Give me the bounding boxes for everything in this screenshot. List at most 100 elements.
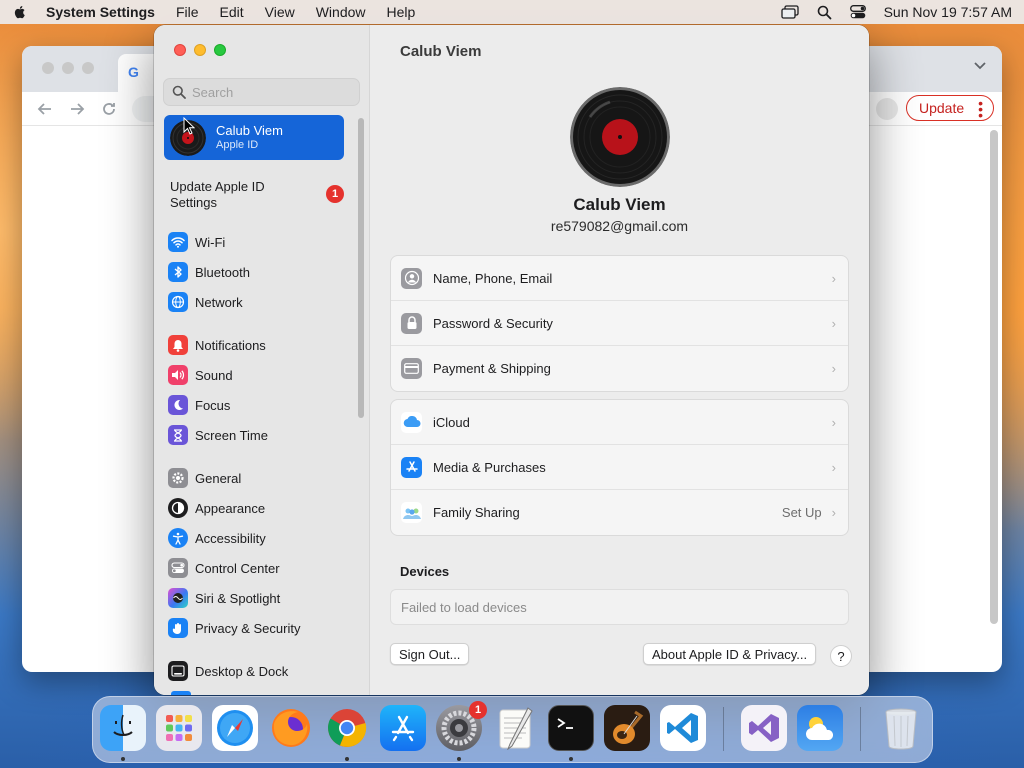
chrome-minimize-button[interactable] <box>62 62 74 74</box>
chrome-zoom-button[interactable] <box>82 62 94 74</box>
sidebar-item-bluetooth[interactable]: Bluetooth <box>168 257 353 287</box>
dock-firefox-icon[interactable] <box>268 705 314 751</box>
minimize-button[interactable] <box>194 44 206 56</box>
dock-vscode-icon[interactable] <box>660 705 706 751</box>
forward-arrow-icon[interactable] <box>68 100 86 118</box>
sidebar-item-label: Wi-Fi <box>195 234 226 250</box>
chrome-close-button[interactable] <box>42 62 54 74</box>
row-password-security[interactable]: Password & Security › <box>391 301 848 346</box>
dock-visual-studio-icon[interactable] <box>741 705 787 751</box>
apple-menu-icon[interactable] <box>12 4 28 20</box>
dock-chrome-icon[interactable] <box>324 705 370 751</box>
sidebar-scrollbar[interactable] <box>358 118 364 418</box>
menubar-clock[interactable]: Sun Nov 19 7:57 AM <box>884 4 1012 20</box>
sidebar-item-label: Control Center <box>195 560 280 576</box>
bluetooth-icon <box>168 262 188 282</box>
bell-icon <box>168 335 188 355</box>
sidebar-item-sound[interactable]: Sound <box>168 360 353 390</box>
dock-launchpad-icon[interactable] <box>156 705 202 751</box>
sidebar-search[interactable] <box>163 78 360 106</box>
spotlight-search-icon[interactable] <box>817 5 832 20</box>
dock-weather-icon[interactable] <box>797 705 843 751</box>
speaker-icon <box>168 365 188 385</box>
row-label: Payment & Shipping <box>433 361 551 376</box>
reload-icon[interactable] <box>100 100 118 118</box>
dock-safari-icon[interactable] <box>212 705 258 751</box>
row-payment-shipping[interactable]: Payment & Shipping › <box>391 346 848 391</box>
google-favicon-icon: G <box>128 64 139 80</box>
sidebar-item-control-center[interactable]: Control Center <box>168 553 353 583</box>
chrome-menu-icon[interactable]: • • • <box>978 96 983 122</box>
dock-app-store-icon[interactable] <box>380 705 426 751</box>
profile-picture[interactable] <box>570 87 670 187</box>
control-center-icon[interactable] <box>849 5 866 19</box>
screen-mirroring-icon[interactable] <box>780 5 799 19</box>
zoom-button[interactable] <box>214 44 226 56</box>
row-media-purchases[interactable]: Media & Purchases › <box>391 445 848 490</box>
sidebar-item-screen-time[interactable]: Screen Time <box>168 420 353 450</box>
lock-icon <box>401 312 422 334</box>
row-name-phone-email[interactable]: Name, Phone, Email › <box>391 256 848 301</box>
notification-badge: 1 <box>326 185 344 203</box>
menu-edit[interactable]: Edit <box>220 4 244 20</box>
appearance-icon <box>168 498 188 518</box>
row-icloud[interactable]: iCloud › <box>391 400 848 445</box>
dock-running-indicator <box>121 757 125 761</box>
help-button[interactable]: ? <box>830 645 852 667</box>
sidebar-item-desktop-dock[interactable]: Desktop & Dock <box>168 656 353 686</box>
sidebar-item-focus[interactable]: Focus <box>168 390 353 420</box>
services-group: iCloud › Media & Purchases › Family Shar… <box>390 399 849 536</box>
dock-terminal-icon[interactable] <box>548 705 594 751</box>
chevron-right-icon: › <box>831 270 836 286</box>
sidebar-item-appearance[interactable]: Appearance <box>168 493 353 523</box>
menu-file[interactable]: File <box>176 4 199 20</box>
chrome-scrollbar[interactable] <box>990 130 998 624</box>
row-label: Name, Phone, Email <box>433 270 553 286</box>
about-apple-id-privacy-button[interactable]: About Apple ID & Privacy... <box>643 643 817 665</box>
dock-running-indicator <box>457 757 461 761</box>
sidebar-item-network[interactable]: Network <box>168 287 353 317</box>
sidebar-item-update-apple-id[interactable]: Update Apple ID Settings 1 <box>170 179 344 211</box>
sidebar-item-label: Appearance <box>195 500 266 516</box>
card-icon <box>401 358 422 379</box>
dock-textedit-icon[interactable] <box>492 705 538 751</box>
sidebar-item-general[interactable]: General <box>168 463 353 493</box>
row-label: Family Sharing <box>433 505 520 520</box>
app-name-menu[interactable]: System Settings <box>46 4 155 20</box>
chrome-update-button[interactable]: Update • • • <box>906 95 994 122</box>
back-arrow-icon[interactable] <box>36 100 54 118</box>
update-apple-id-label: Update Apple ID Settings <box>170 179 265 210</box>
row-family-sharing[interactable]: Family Sharing Set Up › <box>391 490 848 535</box>
chevron-right-icon: › <box>831 315 836 331</box>
search-input[interactable] <box>192 84 352 100</box>
sidebar-item-privacy-security[interactable]: Privacy & Security <box>168 613 353 643</box>
dock-trash-icon[interactable] <box>878 705 924 751</box>
sign-out-button[interactable]: Sign Out... <box>390 643 470 665</box>
siri-icon <box>168 588 188 608</box>
sidebar-item-label: Privacy & Security <box>195 620 301 636</box>
sidebar-item-accessibility[interactable]: Accessibility <box>168 523 353 553</box>
devices-heading: Devices <box>400 564 450 579</box>
accessibility-icon <box>168 528 188 548</box>
sidebar-group-general: General Appearance Accessibility Control… <box>168 463 353 643</box>
sidebar-item-label: General <box>195 470 242 486</box>
menu-view[interactable]: View <box>265 4 295 20</box>
sidebar-item-wifi[interactable]: Wi-Fi <box>168 227 353 257</box>
row-label: Media & Purchases <box>433 459 546 475</box>
menu-window[interactable]: Window <box>316 4 366 20</box>
sidebar-item-notifications[interactable]: Notifications <box>168 330 353 360</box>
family-icon <box>401 502 422 523</box>
sidebar-item-label: Screen Time <box>195 427 268 443</box>
dock-notification-badge: 1 <box>469 701 487 719</box>
hand-icon <box>168 618 188 638</box>
chrome-window-controls <box>42 62 94 74</box>
menu-help[interactable]: Help <box>387 4 416 20</box>
dock-garageband-icon[interactable] <box>604 705 650 751</box>
chrome-profile-avatar[interactable] <box>876 98 898 120</box>
dock-separator <box>723 707 724 751</box>
dock-finder-icon[interactable] <box>100 705 146 751</box>
sidebar-item-siri-spotlight[interactable]: Siri & Spotlight <box>168 583 353 613</box>
chrome-update-label: Update <box>919 100 965 116</box>
tab-search-chevron-icon[interactable] <box>974 62 986 70</box>
close-button[interactable] <box>174 44 186 56</box>
